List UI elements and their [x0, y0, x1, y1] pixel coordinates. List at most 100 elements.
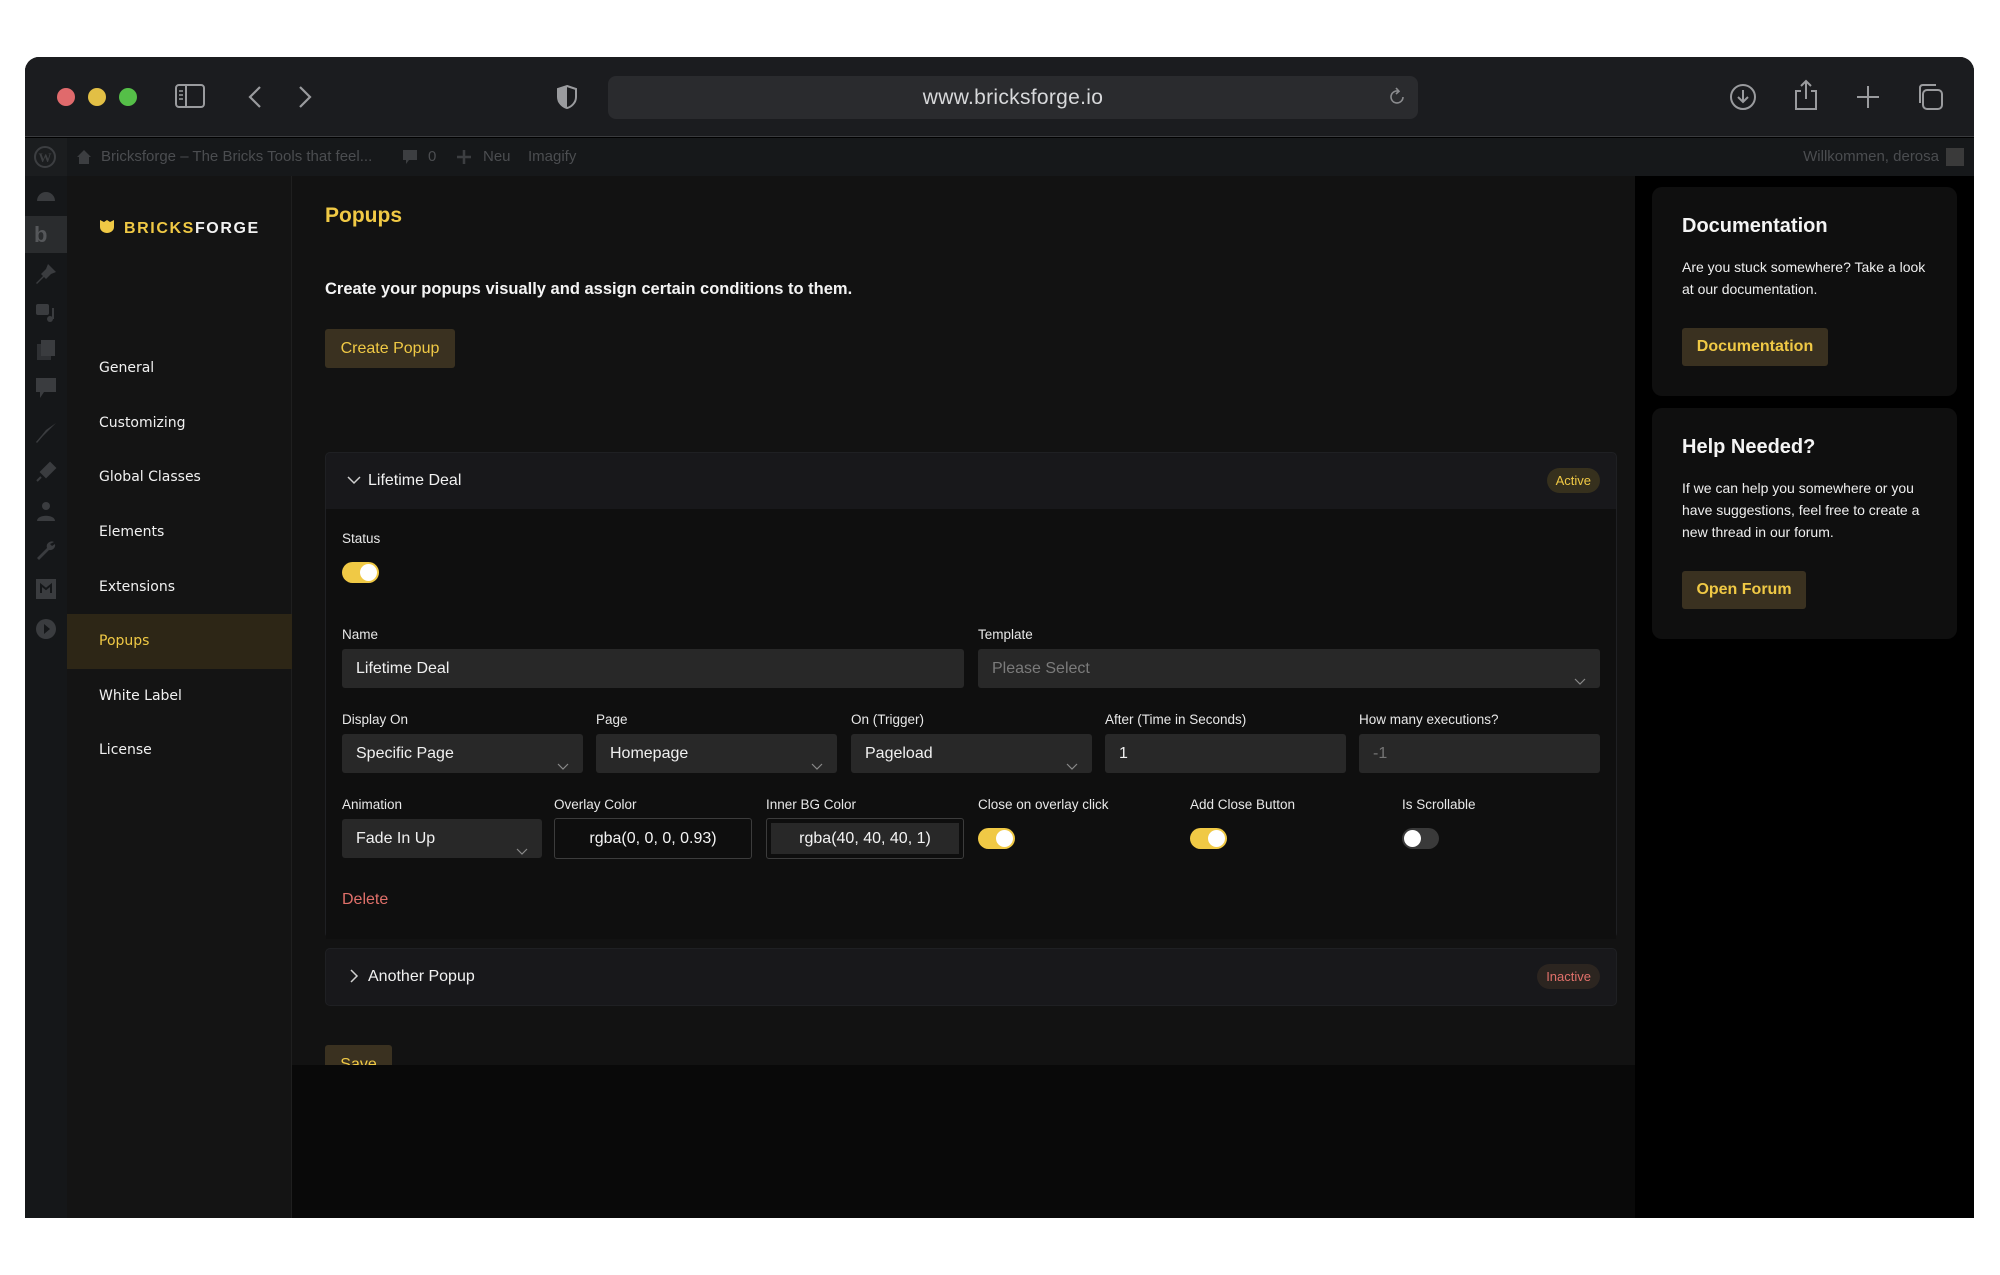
share-icon[interactable] [1793, 79, 1819, 111]
create-popup-button[interactable]: Create Popup [325, 329, 455, 368]
popup-accordion: Another Popup Inactive [325, 948, 1617, 1006]
after-seconds-input[interactable] [1105, 734, 1346, 773]
sidebar-item-license[interactable]: License [67, 723, 292, 778]
name-input[interactable] [342, 649, 964, 688]
plugin-sidebar: BRICKSFORGE General Customizing Global C… [67, 176, 292, 1218]
tools-icon[interactable] [34, 538, 58, 562]
inner-bg-color-value: rgba(40, 40, 40, 1) [771, 823, 959, 854]
imagify-link[interactable]: Imagify [528, 138, 576, 176]
trigger-value: Pageload [865, 745, 933, 762]
page-label: Page [596, 712, 628, 727]
inner-bg-color-picker[interactable]: rgba(40, 40, 40, 1) [766, 818, 964, 859]
main-footer-area [292, 1065, 1635, 1218]
site-name-link[interactable]: Bricksforge – The Bricks Tools that feel… [101, 138, 372, 176]
display-on-select[interactable]: Specific Page [342, 734, 583, 773]
main-content: Popups Create your popups visually and a… [292, 176, 1635, 1084]
popup-title: Another Popup [368, 968, 475, 985]
reload-icon[interactable] [1386, 86, 1408, 108]
status-toggle[interactable] [342, 562, 379, 583]
page-select[interactable]: Homepage [596, 734, 837, 773]
chevron-down-icon [346, 472, 362, 488]
brand-part-1: BRICKS [124, 219, 195, 237]
sidebar-item-elements[interactable]: Elements [67, 505, 292, 560]
scrollable-label: Is Scrollable [1402, 797, 1476, 812]
plus-icon[interactable] [457, 138, 471, 176]
sidebar-item-global-classes[interactable]: Global Classes [67, 450, 292, 505]
animation-select[interactable]: Fade In Up [342, 819, 542, 858]
user-avatar[interactable] [1946, 148, 1964, 166]
plugins-icon[interactable] [34, 460, 58, 484]
display-on-value: Specific Page [356, 745, 454, 762]
delete-popup-link[interactable]: Delete [342, 891, 388, 909]
overlay-color-picker[interactable]: rgba(0, 0, 0, 0.93) [554, 818, 752, 859]
shield-icon[interactable] [556, 83, 578, 111]
add-close-button-toggle[interactable] [1190, 828, 1227, 849]
maximize-window-button[interactable] [119, 88, 137, 106]
sidebar-item-white-label[interactable]: White Label [67, 669, 292, 724]
new-tab-icon[interactable] [1855, 83, 1881, 111]
sidebar-item-general[interactable]: General [67, 341, 292, 396]
documentation-button[interactable]: Documentation [1682, 328, 1828, 366]
sidebar-item-popups[interactable]: Popups [67, 614, 292, 669]
status-label: Status [342, 531, 381, 546]
popup-accordion: Lifetime Deal Active Status Name Templat… [325, 452, 1617, 939]
page-value: Homepage [610, 745, 689, 762]
wordpress-logo-icon[interactable]: W [25, 138, 67, 176]
users-icon[interactable] [34, 499, 58, 523]
template-label: Template [978, 627, 1033, 642]
close-overlay-label: Close on overlay click [978, 797, 1109, 812]
back-icon[interactable] [245, 83, 265, 111]
download-icon[interactable] [1729, 83, 1757, 111]
user-greeting[interactable]: Willkommen, derosa [1803, 138, 1939, 176]
popup-accordion-header[interactable]: Lifetime Deal Active [326, 453, 1616, 509]
popup-accordion-header[interactable]: Another Popup Inactive [326, 949, 1616, 1005]
card-title: Documentation [1682, 215, 1828, 237]
add-close-button-label: Add Close Button [1190, 797, 1296, 812]
collapse-menu-icon[interactable] [34, 617, 58, 641]
card-text: If we can help you somewhere or you have… [1682, 480, 1920, 540]
display-on-label: Display On [342, 712, 409, 727]
minimize-window-button[interactable] [88, 88, 106, 106]
trigger-select[interactable]: Pageload [851, 734, 1092, 773]
address-bar[interactable]: www.bricksforge.io [608, 76, 1418, 119]
chevron-down-icon [811, 748, 823, 770]
overlay-color-label: Overlay Color [554, 797, 637, 812]
close-overlay-toggle[interactable] [978, 828, 1015, 849]
right-sidebar: Documentation Are you stuck somewhere? T… [1635, 176, 1974, 1218]
pages-icon[interactable] [34, 338, 58, 362]
pin-icon[interactable] [34, 262, 58, 286]
trigger-label: On (Trigger) [851, 712, 925, 727]
close-window-button[interactable] [57, 88, 75, 106]
comments-menu-icon[interactable] [34, 376, 58, 400]
open-forum-button[interactable]: Open Forum [1682, 571, 1806, 609]
popup-settings: Status Name Template Please Select Displ… [326, 509, 1616, 939]
template-select[interactable]: Please Select [978, 649, 1600, 688]
new-content-link[interactable]: Neu [483, 138, 511, 176]
executions-input[interactable] [1359, 734, 1600, 773]
card-title: Help Needed? [1682, 436, 1816, 458]
comments-count[interactable]: 0 [428, 138, 436, 176]
media-icon[interactable] [34, 300, 58, 324]
home-icon[interactable] [75, 138, 93, 176]
bricks-icon[interactable]: b [34, 223, 58, 247]
sidebar-icon[interactable] [175, 83, 205, 109]
sidebar-item-extensions[interactable]: Extensions [67, 560, 292, 615]
after-seconds-label: After (Time in Seconds) [1105, 712, 1247, 727]
sidebar-item-customizing[interactable]: Customizing [67, 396, 292, 451]
animation-label: Animation [342, 797, 403, 812]
settings-icon[interactable] [34, 577, 58, 601]
card-text: Are you stuck somewhere? Take a look at … [1682, 259, 1926, 297]
svg-text:W: W [39, 150, 52, 165]
comments-icon[interactable] [402, 138, 418, 176]
scrollable-toggle[interactable] [1402, 828, 1439, 849]
browser-toolbar: www.bricksforge.io [25, 57, 1974, 137]
documentation-card: Documentation Are you stuck somewhere? T… [1652, 187, 1957, 396]
url-text[interactable]: www.bricksforge.io [608, 76, 1418, 119]
chevron-down-icon [516, 833, 528, 855]
appearance-icon[interactable] [34, 421, 58, 445]
dashboard-icon[interactable] [34, 185, 58, 209]
page-title: Popups [325, 204, 402, 227]
forward-icon[interactable] [295, 83, 315, 111]
tabs-overview-icon[interactable] [1916, 82, 1944, 112]
bricksforge-logo[interactable]: BRICKSFORGE [99, 218, 260, 239]
